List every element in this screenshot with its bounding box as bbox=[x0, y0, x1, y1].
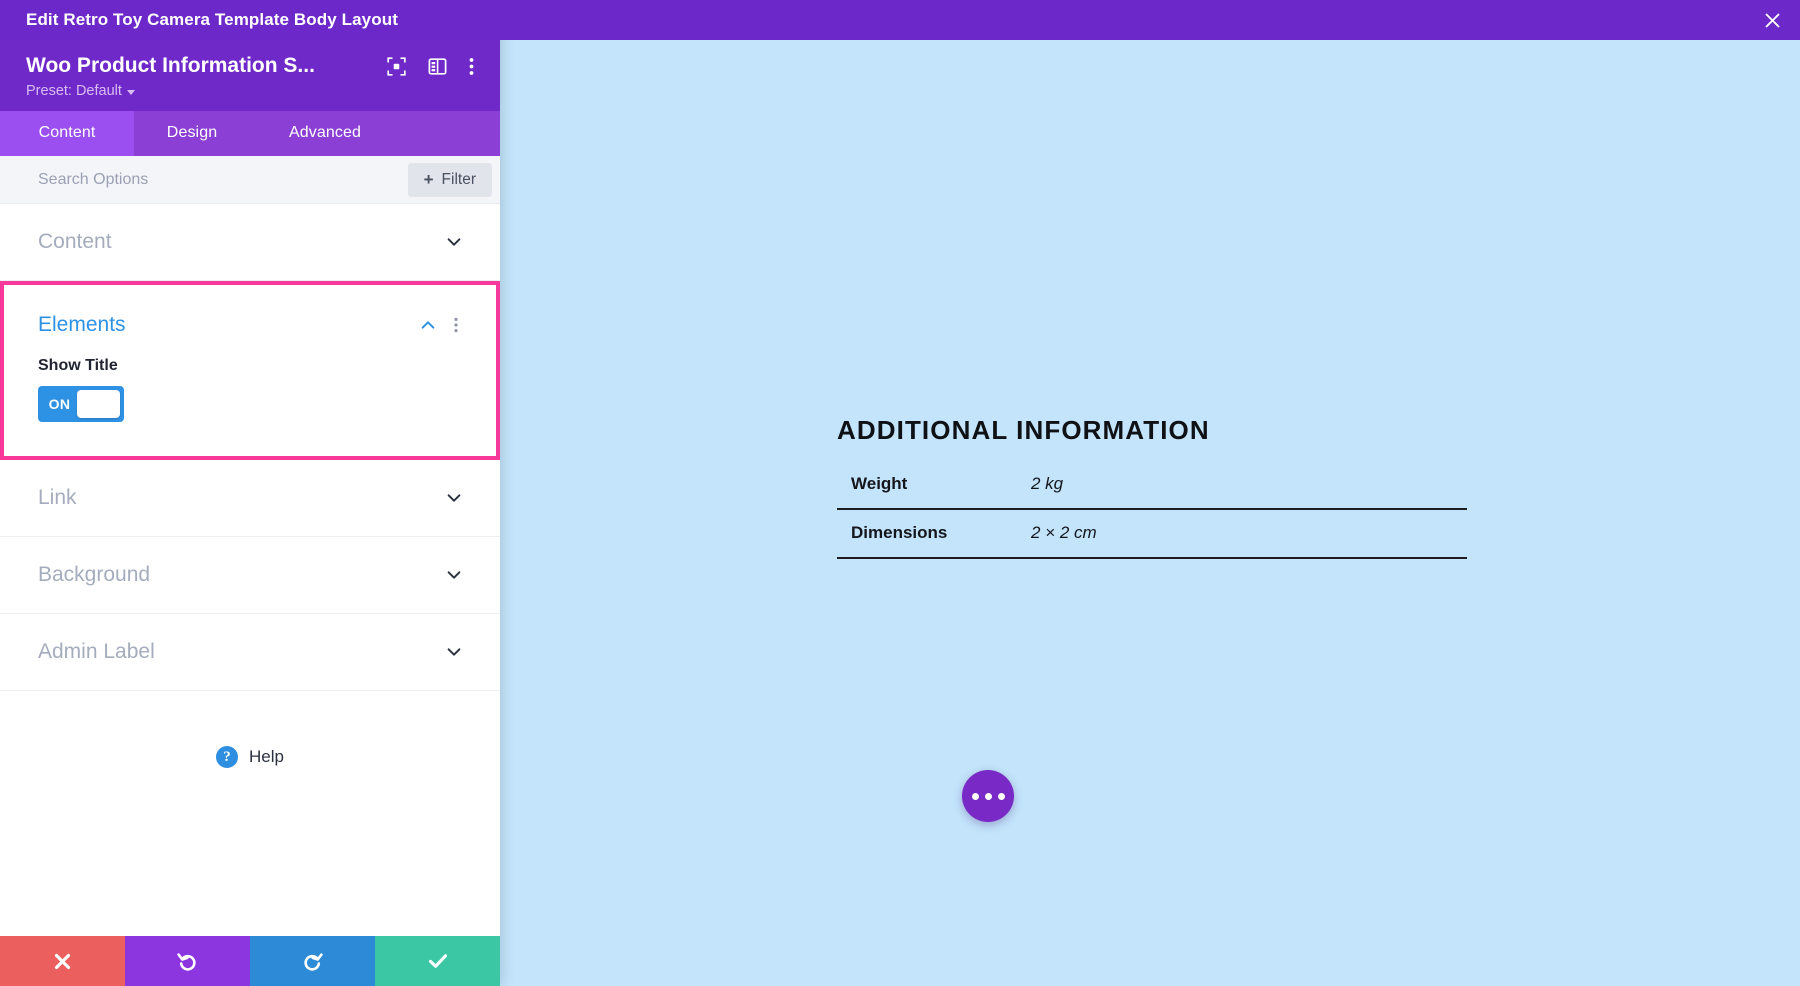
chevron-down-icon bbox=[446, 234, 462, 250]
kebab-menu-icon[interactable] bbox=[469, 57, 474, 76]
section-elements[interactable]: Elements bbox=[0, 285, 496, 347]
focus-target-glyph bbox=[387, 57, 406, 76]
preset-selector[interactable]: Preset: Default bbox=[26, 83, 474, 99]
undo-button[interactable] bbox=[125, 936, 250, 986]
app-root: Edit Retro Toy Camera Template Body Layo… bbox=[0, 0, 1800, 986]
section-elements-highlight: Elements Show Title bbox=[0, 281, 500, 460]
chevron-down-icon bbox=[446, 490, 462, 506]
additional-information-block: ADDITIONAL INFORMATION Weight 2 kg Dimen… bbox=[837, 415, 1467, 559]
more-options-fab[interactable] bbox=[962, 770, 1014, 822]
cancel-button[interactable] bbox=[0, 936, 125, 986]
filter-button-label: Filter bbox=[442, 171, 476, 189]
preview-canvas: ADDITIONAL INFORMATION Weight 2 kg Dimen… bbox=[500, 40, 1800, 986]
help-link[interactable]: ? Help bbox=[0, 691, 500, 768]
chevron-down-icon bbox=[446, 567, 462, 583]
section-link[interactable]: Link bbox=[0, 460, 500, 537]
window-titlebar: Edit Retro Toy Camera Template Body Layo… bbox=[0, 0, 1800, 40]
section-kebab-menu-icon[interactable] bbox=[454, 317, 458, 333]
table-row-value: 2 × 2 cm bbox=[1017, 509, 1467, 558]
plus-icon: + bbox=[424, 171, 434, 188]
chevron-up-icon[interactable] bbox=[420, 317, 436, 333]
panel-header-icons bbox=[371, 57, 474, 76]
ellipsis-dot bbox=[998, 793, 1005, 800]
kebab-menu-glyph bbox=[469, 57, 474, 76]
module-title: Woo Product Information S... bbox=[26, 54, 371, 78]
section-elements-actions bbox=[420, 317, 458, 333]
section-content[interactable]: Content bbox=[0, 204, 500, 281]
window-title: Edit Retro Toy Camera Template Body Layo… bbox=[0, 10, 398, 30]
close-icon[interactable] bbox=[1744, 0, 1800, 40]
show-title-field: Show Title ON bbox=[0, 347, 496, 456]
section-content-title: Content bbox=[38, 230, 112, 254]
module-settings-panel: Woo Product Information S... bbox=[0, 0, 500, 986]
redo-button[interactable] bbox=[250, 936, 375, 986]
search-input[interactable] bbox=[38, 171, 408, 189]
panel-body: Content Elements bbox=[0, 204, 500, 936]
checkmark-icon bbox=[426, 949, 450, 973]
table-row-value: 2 kg bbox=[1017, 472, 1467, 509]
tab-design[interactable]: Design bbox=[134, 111, 250, 156]
panel-action-bar bbox=[0, 936, 500, 986]
panel-tabs: Content Design Advanced bbox=[0, 111, 500, 156]
toggle-state-label: ON bbox=[42, 396, 77, 412]
show-title-toggle[interactable]: ON bbox=[38, 386, 124, 422]
chevron-down-icon bbox=[446, 644, 462, 660]
section-background-title: Background bbox=[38, 563, 150, 587]
additional-information-table: Weight 2 kg Dimensions 2 × 2 cm bbox=[837, 472, 1467, 559]
section-admin-label[interactable]: Admin Label bbox=[0, 614, 500, 691]
section-admin-label-title: Admin Label bbox=[38, 640, 155, 664]
help-label: Help bbox=[249, 747, 284, 767]
table-row-label: Weight bbox=[837, 472, 1017, 509]
panel-header: Woo Product Information S... bbox=[0, 40, 500, 111]
search-row: + Filter bbox=[0, 156, 500, 204]
focus-target-icon[interactable] bbox=[387, 57, 406, 76]
additional-information-heading: ADDITIONAL INFORMATION bbox=[837, 415, 1467, 446]
panel-layout-glyph bbox=[428, 57, 447, 76]
close-x-glyph bbox=[1763, 11, 1782, 30]
save-button[interactable] bbox=[375, 936, 500, 986]
panel-layout-icon[interactable] bbox=[428, 57, 447, 76]
ellipsis-dot bbox=[985, 793, 992, 800]
tab-content[interactable]: Content bbox=[0, 111, 134, 156]
toggle-knob bbox=[77, 390, 120, 418]
ellipsis-dot bbox=[972, 793, 979, 800]
close-x-icon bbox=[52, 951, 73, 972]
section-background[interactable]: Background bbox=[0, 537, 500, 614]
undo-arrow-icon bbox=[176, 950, 199, 973]
question-mark-icon: ? bbox=[216, 746, 238, 768]
preset-label: Preset: Default bbox=[26, 83, 122, 99]
table-row: Weight 2 kg bbox=[837, 472, 1467, 509]
redo-arrow-icon bbox=[301, 950, 324, 973]
show-title-label: Show Title bbox=[38, 357, 458, 375]
panel-header-row: Woo Product Information S... bbox=[26, 54, 474, 78]
section-elements-title: Elements bbox=[38, 313, 126, 337]
filter-button[interactable]: + Filter bbox=[408, 163, 492, 197]
table-row: Dimensions 2 × 2 cm bbox=[837, 509, 1467, 558]
tab-advanced[interactable]: Advanced bbox=[250, 111, 400, 156]
chevron-down-icon bbox=[127, 90, 135, 95]
section-link-title: Link bbox=[38, 486, 77, 510]
table-row-label: Dimensions bbox=[837, 509, 1017, 558]
